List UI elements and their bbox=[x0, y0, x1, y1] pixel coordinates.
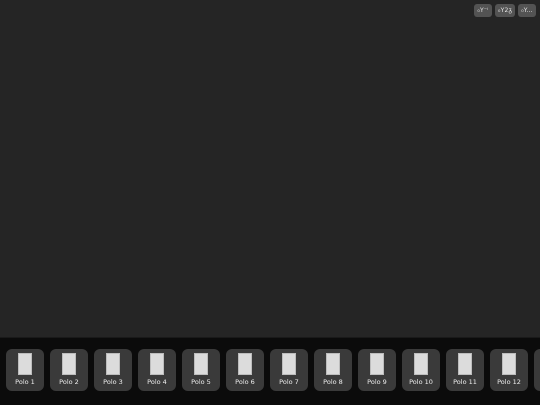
page-preview bbox=[326, 353, 340, 375]
thumbnail-label: Polo 3 bbox=[103, 378, 123, 386]
thumbnail-polo-8[interactable]: Polo 8 bbox=[314, 349, 352, 391]
thumbnail-polo-1[interactable]: Polo 1 bbox=[6, 349, 44, 391]
page-preview bbox=[150, 353, 164, 375]
page-preview bbox=[414, 353, 428, 375]
toolbar-button-3[interactable]: ₀Y... bbox=[518, 4, 536, 17]
page-preview bbox=[502, 353, 516, 375]
thumbnail-polo-12[interactable]: Polo 12 bbox=[490, 349, 528, 391]
thumbnail-polo-10[interactable]: Polo 10 bbox=[402, 349, 440, 391]
thumbnail-label: Polo 9 bbox=[367, 378, 387, 386]
thumbnail-polo-11[interactable]: Polo 11 bbox=[446, 349, 484, 391]
strip-divider bbox=[0, 337, 540, 338]
toolbar-button-2[interactable]: ₀Y2ᵹ bbox=[494, 4, 515, 17]
page-preview bbox=[282, 353, 296, 375]
page-preview bbox=[18, 353, 32, 375]
main-canvas: ₀Y⁻ⁱ ₀Y2ᵹ ₀Y... bbox=[0, 0, 540, 337]
top-toolbar: ₀Y⁻ⁱ ₀Y2ᵹ ₀Y... bbox=[473, 4, 536, 17]
page-preview bbox=[370, 353, 384, 375]
page-preview bbox=[106, 353, 120, 375]
thumbnail-polo-7[interactable]: Polo 7 bbox=[270, 349, 308, 391]
thumbnail-label: Polo 8 bbox=[323, 378, 343, 386]
thumbnail-label: Polo 7 bbox=[279, 378, 299, 386]
thumbnail-polo-4[interactable]: Polo 4 bbox=[138, 349, 176, 391]
thumbnail-label: Polo 12 bbox=[497, 378, 521, 386]
thumbnail-label: Polo 4 bbox=[147, 378, 167, 386]
thumbnail-polo-9[interactable]: Polo 9 bbox=[358, 349, 396, 391]
thumbnail-label: Polo 2 bbox=[59, 378, 79, 386]
thumbnail-label: Polo 6 bbox=[235, 378, 255, 386]
thumbnail-polo-3[interactable]: Polo 3 bbox=[94, 349, 132, 391]
thumbnail-row: Polo 1 Polo 2 Polo 3 Polo 4 Polo 5 Polo … bbox=[6, 349, 540, 391]
thumbnail-polo-2[interactable]: Polo 2 bbox=[50, 349, 88, 391]
page-preview bbox=[458, 353, 472, 375]
toolbar-button-1[interactable]: ₀Y⁻ⁱ bbox=[473, 4, 492, 17]
thumbnail-label: Polo 11 bbox=[453, 378, 477, 386]
page-preview bbox=[238, 353, 252, 375]
thumbnail-strip[interactable]: Polo 1 Polo 2 Polo 3 Polo 4 Polo 5 Polo … bbox=[0, 337, 540, 405]
toolbar-button-2-label: ₀Y2ᵹ bbox=[497, 7, 512, 14]
thumbnail-label: Polo 10 bbox=[409, 378, 433, 386]
thumbnail-partial[interactable] bbox=[534, 349, 540, 391]
thumbnail-label: Polo 1 bbox=[15, 378, 35, 386]
thumbnail-label: Polo 5 bbox=[191, 378, 211, 386]
page-preview bbox=[62, 353, 76, 375]
toolbar-button-1-label: ₀Y⁻ⁱ bbox=[477, 7, 489, 14]
toolbar-button-3-label: ₀Y... bbox=[521, 7, 533, 14]
thumbnail-polo-6[interactable]: Polo 6 bbox=[226, 349, 264, 391]
thumbnail-polo-5[interactable]: Polo 5 bbox=[182, 349, 220, 391]
page-preview bbox=[194, 353, 208, 375]
